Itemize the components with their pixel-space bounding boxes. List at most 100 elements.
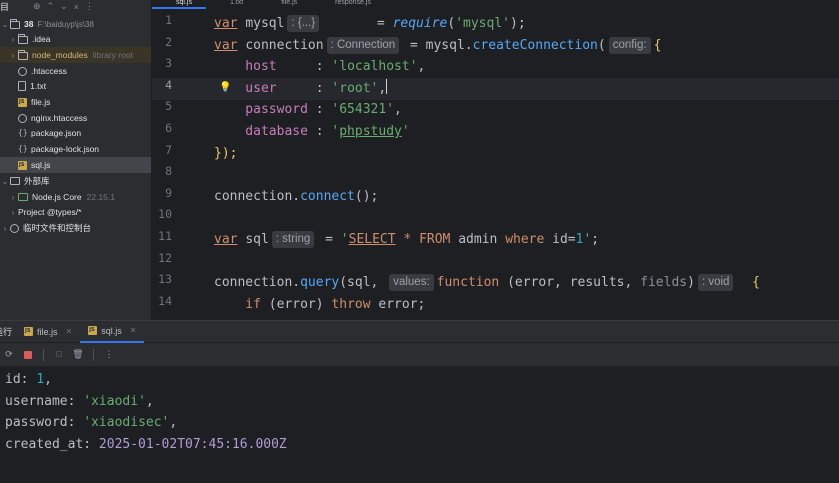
console-output[interactable]: id: 1, username: 'xiaodi', password: 'xi…	[0, 367, 839, 483]
tree-item-sql-js[interactable]: sql.js	[0, 157, 151, 173]
code-token: ,	[417, 59, 426, 75]
collapse-icon[interactable]: ⌃	[47, 1, 55, 12]
node-version-badge: 22.15.1	[86, 192, 115, 202]
code-line-6: database : 'phpstudy'	[214, 121, 410, 143]
more-icon[interactable]: ⋮	[102, 348, 116, 362]
run-tab-label: file.js	[37, 326, 58, 337]
code-token: =	[322, 16, 393, 31]
project-label[interactable]: 目	[0, 0, 9, 13]
tree-item-1-txt[interactable]: 1.txt	[0, 78, 151, 94]
tree-item-package-json[interactable]: {} package.json	[0, 125, 151, 141]
tree-item-label: Node.js Core	[32, 192, 82, 202]
code-line-13: connection.query(sql, values: function (e…	[214, 272, 760, 294]
scratch-icon	[10, 223, 19, 233]
tab-file-js[interactable]: file.js	[257, 0, 311, 9]
library-root-badge: library root	[92, 50, 133, 60]
code-token: error;	[370, 296, 426, 312]
tree-root[interactable]: ⌄ 38 F:\baiduyp\js\38	[0, 16, 151, 32]
code-token: throw	[331, 296, 371, 312]
line-number: 14	[158, 293, 172, 308]
tree-item-external-libraries[interactable]: ⌄ 外部库	[0, 173, 151, 189]
code-token: =	[317, 232, 341, 247]
tree-item-scratches[interactable]: › 临时文件和控制台	[0, 220, 151, 236]
code-token: fields	[640, 275, 688, 291]
code-token: createConnection	[472, 37, 598, 53]
stop-icon[interactable]	[21, 348, 35, 362]
line-number: 13	[158, 272, 172, 287]
rerun-icon[interactable]: ⟳	[2, 348, 16, 362]
tree-item-file-js[interactable]: file.js	[0, 94, 151, 110]
tab-1-txt[interactable]: 1.txt	[206, 0, 257, 9]
tree-item-label: 外部库	[24, 176, 50, 186]
code-token: :	[276, 80, 332, 96]
tree-item-nginx-htaccess[interactable]: nginx.htaccess	[0, 110, 151, 126]
config-file-icon	[18, 113, 27, 123]
code-token: ,	[378, 80, 387, 96]
code-token: :	[307, 124, 332, 139]
chevron-right-icon[interactable]: ›	[0, 224, 10, 233]
expand-icon[interactable]: ⌄	[60, 1, 68, 12]
code-line-4: user : 'root',	[214, 78, 388, 100]
line-number: 7	[165, 142, 172, 157]
project-tree-toolbar: 目 ⊕ ⌃ ⌄ × ⋮	[0, 0, 151, 13]
trash-icon[interactable]: 🗑	[71, 348, 85, 362]
code-token: admin	[450, 232, 506, 247]
tree-item-package-lock-json[interactable]: {} package-lock.json	[0, 141, 151, 157]
console-line: username: 'xiaodi',	[5, 391, 154, 413]
output-key: username:	[5, 393, 84, 409]
code-token: '	[401, 124, 410, 139]
tree-item-label: .htaccess	[31, 66, 67, 76]
tree-item-project-types[interactable]: › Project @types/*	[0, 204, 151, 220]
run-tab-sql-js[interactable]: sql.js ✕	[80, 321, 145, 343]
code-token: :	[276, 59, 332, 75]
tab-response-js[interactable]: response.js	[311, 0, 385, 9]
code-token: connection.	[214, 275, 301, 291]
param-hint: config:	[608, 36, 651, 54]
chevron-right-icon[interactable]: ›	[8, 208, 18, 217]
chevron-down-icon[interactable]: ⌄	[0, 177, 10, 186]
code-token: FROM	[419, 232, 451, 247]
code-line-2: var connection: Connection = mysql.creat…	[214, 35, 661, 57]
output-value: 1	[36, 372, 45, 387]
code-editor[interactable]: var mysql: {...} = require('mysql'); var…	[214, 13, 839, 320]
code-token: );	[510, 16, 526, 31]
code-token: ;	[591, 232, 600, 247]
tree-item-node-modules[interactable]: › node_modules library root	[0, 47, 151, 63]
tree-item-idea[interactable]: › . idea	[0, 31, 151, 47]
tab-sql-js[interactable]: sql.js	[152, 0, 206, 9]
close-icon[interactable]: ✕	[66, 327, 73, 336]
code-token: 'root'	[331, 80, 379, 96]
code-line-7: });	[214, 145, 238, 161]
close-icon[interactable]: ✕	[130, 326, 137, 335]
param-hint: values:	[389, 274, 434, 292]
code-line-9: connection.connect();	[214, 186, 378, 208]
add-icon[interactable]: ⊕	[33, 1, 41, 12]
code-token: 'mysql'	[455, 16, 510, 31]
output-punct: ,	[44, 372, 52, 387]
chevron-down-icon[interactable]: ⌄	[0, 20, 10, 29]
line-number: 1	[165, 13, 172, 27]
line-number: 3	[165, 56, 172, 71]
ide-window: 目 ⊕ ⌃ ⌄ × ⋮ ⌄ 38 F:\baiduyp\js\38 › . ide…	[0, 0, 839, 483]
close-icon[interactable]: ×	[74, 2, 79, 12]
code-line-14: if (error) throw error;	[214, 294, 425, 316]
tree-item-htaccess[interactable]: .htaccess	[0, 63, 151, 79]
tree-item-label: sql.js	[31, 160, 51, 170]
code-token: var	[214, 37, 238, 53]
code-token: '	[340, 232, 349, 247]
tree-item-label: package.json	[31, 128, 82, 138]
tree-item-label: package-lock.json	[31, 144, 100, 154]
chevron-right-icon[interactable]: ›	[8, 193, 18, 202]
nodejs-icon	[18, 193, 28, 201]
output-key: id:	[5, 372, 37, 387]
code-line-3: host : 'localhost',	[214, 56, 425, 78]
more-icon[interactable]: ⋮	[85, 1, 94, 12]
chevron-right-icon[interactable]: ›	[8, 35, 18, 44]
chevron-right-icon[interactable]: ›	[8, 51, 18, 60]
run-tab-file-js[interactable]: file.js ✕	[16, 321, 80, 343]
restore-layout-icon[interactable]: ⊡	[52, 348, 66, 362]
code-token: (error)	[260, 296, 332, 312]
folder-icon	[10, 18, 20, 29]
tree-item-nodejs-core[interactable]: › Node.js Core 22.15.1	[0, 189, 151, 205]
code-line-11: var sql: string = 'SELECT * FROM admin w…	[214, 229, 599, 251]
